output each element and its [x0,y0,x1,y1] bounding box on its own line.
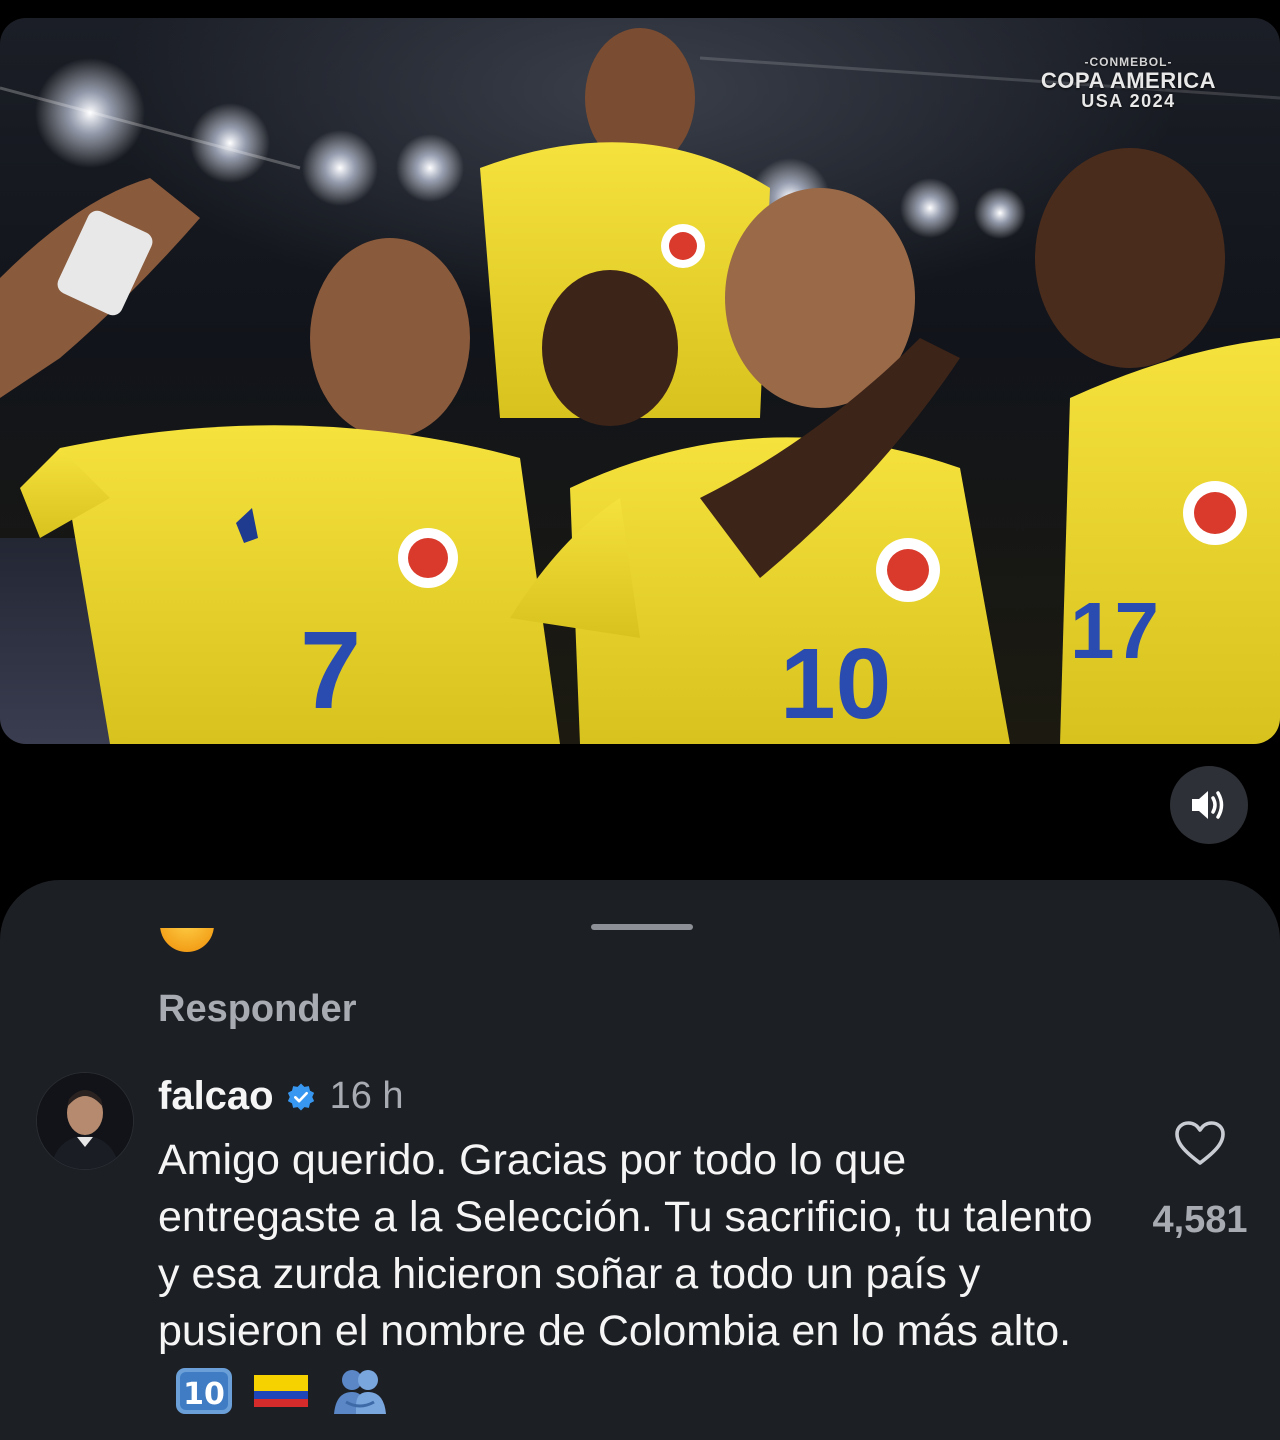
username[interactable]: falcao [158,1074,274,1119]
comment-timestamp: 16 h [329,1075,404,1117]
avatar-image [37,1073,133,1169]
jersey-number-17: 17 [1070,586,1159,675]
player-center-back [542,270,678,426]
avatar[interactable] [36,1072,134,1170]
verified-badge-icon [287,1083,314,1110]
like-section: 4,581 [1130,1120,1270,1242]
people-hugging-emoji [334,1369,386,1414]
smiling-face-emoji [160,928,214,966]
logo-org: -CONMEBOL- [1084,55,1173,69]
reel-video[interactable]: 7 10 17 -CONMEBOL- COPA AMERICA USA 2024 [0,18,1280,744]
logo-event: COPA AMERICA [1040,67,1216,93]
colombia-flag-emoji [254,1374,308,1407]
player-number-17: 17 [1035,148,1280,744]
comment-header: falcao 16 h [158,1074,404,1119]
comments-sheet: Responder falcao 16 h Amigo querido. Gra… [0,880,1280,1440]
jersey-number-10: 10 [780,628,891,740]
speaker-on-icon [1192,791,1224,819]
copa-america-logo: -CONMEBOL- COPA AMERICA USA 2024 [1041,56,1216,111]
svg-text:10: 10 [183,1377,225,1412]
keycap-ten-emoji: 10 [176,1367,232,1414]
jersey-number-7: 7 [300,609,361,732]
logo-year: USA 2024 [1081,90,1176,111]
comment-text: Amigo querido. Gracias por todo lo que e… [158,1136,1093,1355]
like-count: 4,581 [1152,1199,1248,1241]
reply-button[interactable]: Responder [158,988,356,1031]
celebration-video-frame: 7 10 17 [0,28,1280,744]
sheet-drag-handle[interactable] [591,924,693,930]
mute-toggle-button[interactable] [1170,766,1248,844]
heart-outline-icon[interactable] [1174,1120,1226,1166]
comment-body: Amigo querido. Gracias por todo lo que e… [158,1132,1118,1417]
